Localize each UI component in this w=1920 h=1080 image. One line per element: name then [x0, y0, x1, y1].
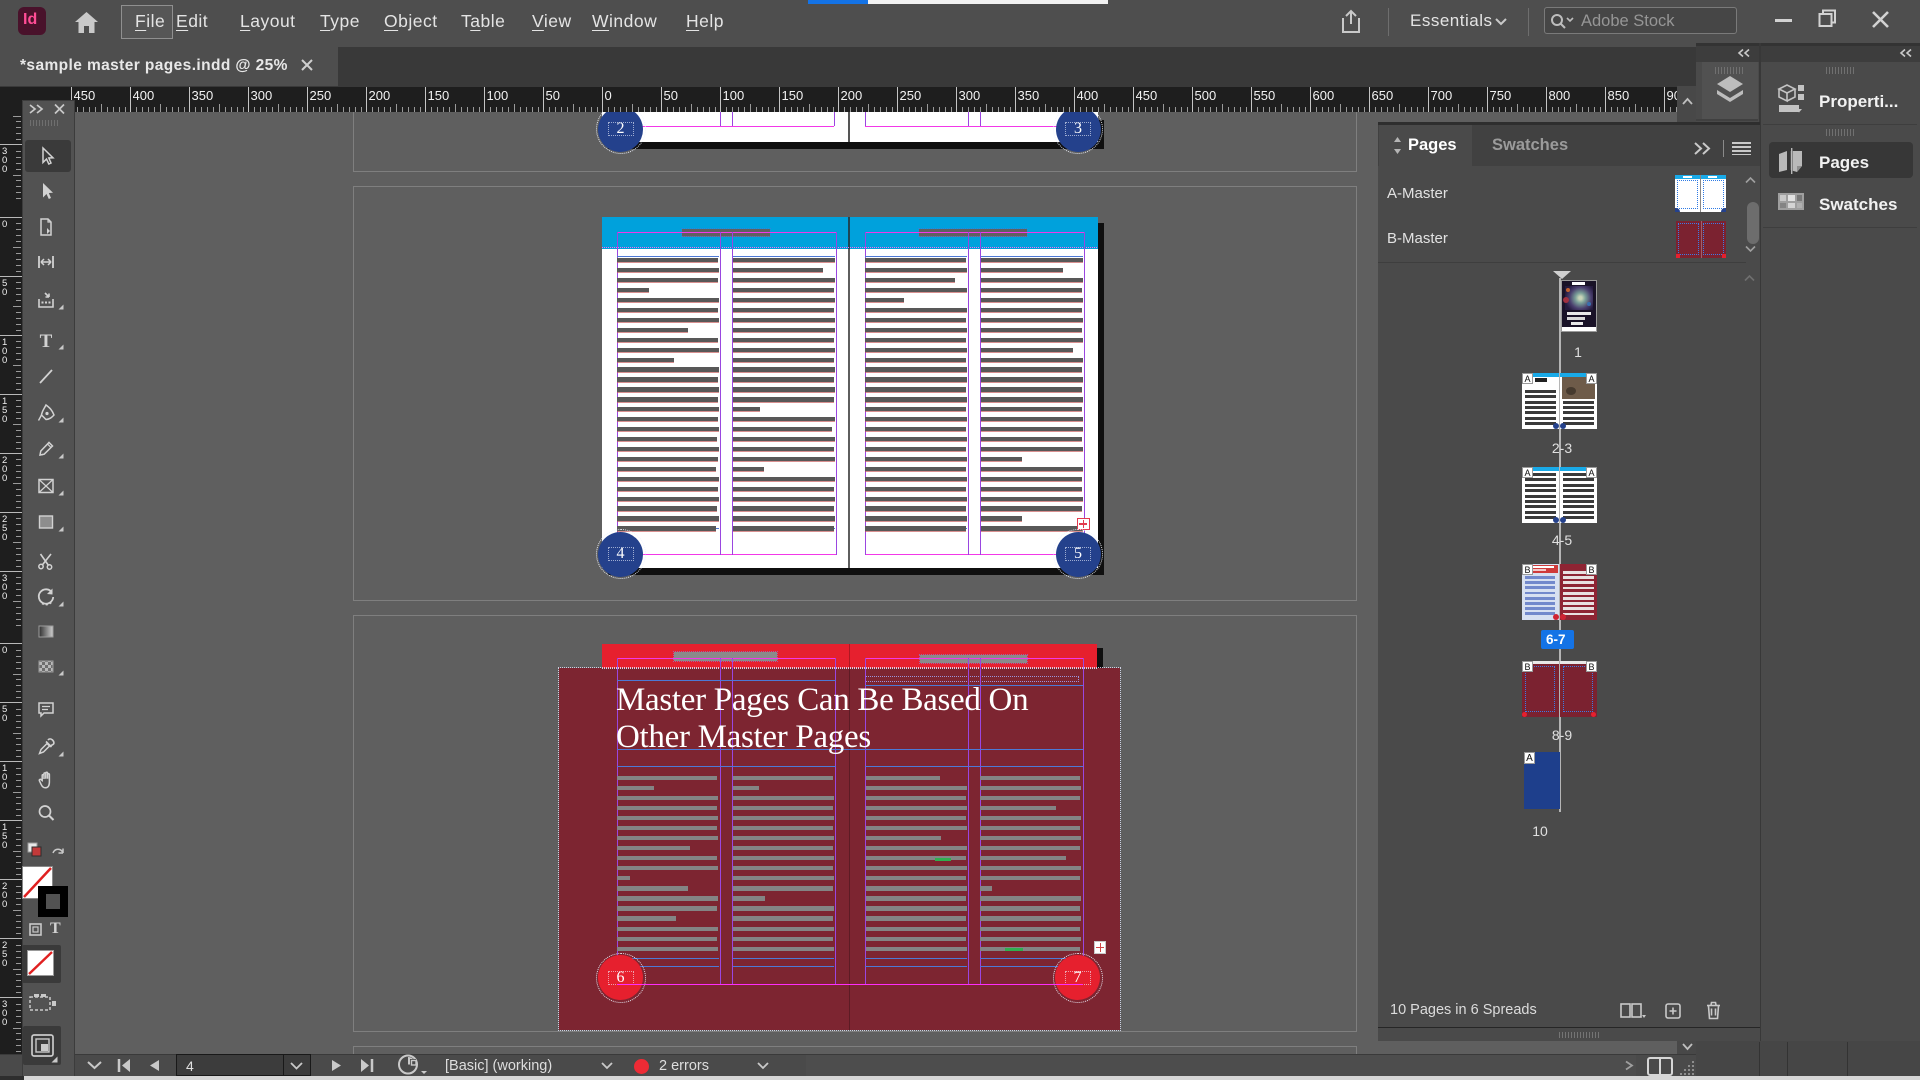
svg-text:T: T [40, 331, 53, 350]
